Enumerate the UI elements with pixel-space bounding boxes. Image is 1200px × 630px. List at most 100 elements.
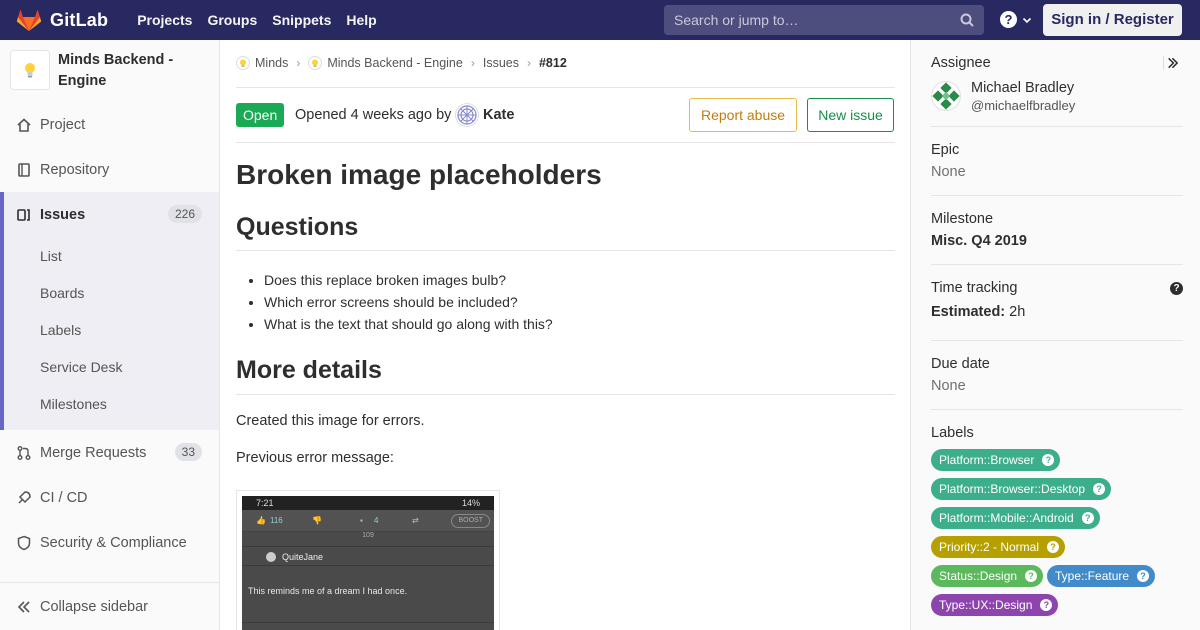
label-text: Platform::Browser [939,453,1035,467]
sidebar-item-repository[interactable]: Repository [0,147,219,192]
author-link[interactable]: Kate [483,107,514,123]
issues-subnav: List Boards Labels Service Desk Mileston… [0,235,219,430]
sidebar-item-cicd[interactable]: CI / CD [0,475,219,520]
estimate-value: 2h [1009,304,1026,320]
breadcrumb-project-label: Minds Backend - Engine [327,56,463,70]
double-chevron-right-icon[interactable] [1163,56,1179,70]
issues-icon [17,208,30,221]
sidebar-item-label: Issues [40,206,86,223]
label-pill[interactable]: Type::Feature? [1047,565,1156,587]
assignee-section: Assignee Michael Bradley @michaelfbradle… [931,55,1183,115]
milestone-value[interactable]: Misc. Q4 2019 [931,233,1183,249]
phone-screenshot: 7:21 14% 👍 116 👎 ▪ 4 ⇄ BOOST 109 QuiteJa… [242,496,494,630]
avatar[interactable] [931,81,961,111]
questions-list: Does this replace broken images bulb? Wh… [264,269,553,335]
left-sidebar: Minds Backend - Engine Project Repositor… [0,40,220,630]
collapse-sidebar-button[interactable]: Collapse sidebar [0,582,219,630]
epic-label: Epic [931,142,960,158]
sidebar-item-merge-requests[interactable]: Merge Requests 33 [0,430,219,475]
label-text: Type::UX::Design [939,598,1033,612]
breadcrumb-issues[interactable]: Issues [483,56,519,70]
phone-user-row: QuiteJane [242,546,494,566]
nav-projects[interactable]: Projects [137,12,192,28]
assignee-name[interactable]: Michael Bradley [971,80,1074,96]
description-text: Created this image for errors. [236,413,425,429]
project-avatar [10,50,50,90]
question-icon: ? [1000,11,1017,28]
breadcrumb-group[interactable]: Minds [236,56,288,70]
phone-subcount: 109 [362,532,374,539]
nav-snippets[interactable]: Snippets [272,12,331,28]
opened-text: Opened 4 weeks ago by [295,107,452,123]
avatar[interactable] [455,103,479,127]
avatar [266,552,276,562]
subnav-list[interactable]: List [40,248,62,264]
sidebar-item-label: Merge Requests [40,444,147,461]
label-pill[interactable]: Platform::Browser? [931,449,1061,471]
chevron-right-icon: › [526,56,531,70]
labels-section-title: Labels [931,425,1183,441]
lightbulb-icon [236,56,250,70]
subnav-labels[interactable]: Labels [40,322,81,338]
divider [236,87,895,88]
subnav-service-desk[interactable]: Service Desk [40,359,122,375]
page-title: Broken image placeholders [236,159,602,190]
issues-count-badge: 226 [167,205,202,223]
subnav-milestones[interactable]: Milestones [40,396,107,412]
question-icon: ? [1042,454,1055,466]
label-pill[interactable]: Platform::Browser::Desktop? [931,478,1112,500]
collapse-label: Collapse sidebar [40,598,149,615]
questions-heading: Questions [236,213,359,241]
phone-bottom-bar [242,622,494,630]
sidebar-item-security[interactable]: Security & Compliance [0,520,219,565]
merge-request-icon [17,445,31,460]
issue-main: Minds › Minds Backend - Engine › Issues … [236,40,895,630]
search-box[interactable] [664,5,984,35]
sidebar-item-project[interactable]: Project [0,102,219,147]
milestone-label: Milestone [931,211,994,227]
label-pill[interactable]: Type::UX::Design? [931,594,1059,616]
label-pill[interactable]: Platform::Mobile::Android? [931,507,1100,529]
sidebar-item-issues[interactable]: Issues 226 [0,192,219,237]
epic-value: None [931,164,966,180]
epic-section: Epic None [931,142,1183,180]
error-screenshot-image[interactable]: 7:21 14% 👍 116 👎 ▪ 4 ⇄ BOOST 109 QuiteJa… [236,490,500,630]
divider [931,195,1183,196]
breadcrumb-project[interactable]: Minds Backend - Engine [308,56,463,70]
top-nav-links: Projects Groups Snippets Help [122,12,377,28]
lightbulb-icon [308,56,323,70]
description-text: Previous error message: [236,450,394,466]
help-dropdown[interactable]: ? [1000,11,1032,28]
list-item: What is the text that should go along wi… [264,313,553,335]
label-pill[interactable]: Status::Design? [931,565,1044,587]
phone-username: QuiteJane [282,552,324,562]
nav-help[interactable]: Help [346,12,376,28]
gitlab-home-link[interactable]: GitLab [16,0,108,40]
rocket-icon [18,490,31,504]
list-item: Does this replace broken images bulb? [264,269,553,291]
sign-in-button[interactable]: Sign in / Register [1043,4,1182,36]
due-date-section: Due date None [931,356,1183,394]
search-input[interactable] [674,12,954,28]
subnav-boards[interactable]: Boards [40,285,84,301]
nav-groups[interactable]: Groups [207,12,257,28]
question-icon: ? [1137,570,1150,582]
divider [931,126,1183,127]
phone-battery: 14% [461,498,480,508]
project-header[interactable]: Minds Backend - Engine [0,40,219,102]
labels-label: Labels [931,425,974,441]
thumbs-up-icon: 👍 [256,516,266,525]
phone-actions-row: 👍 116 👎 ▪ 4 ⇄ BOOST [242,510,494,532]
list-item: Which error screens should be included? [264,291,553,313]
chevron-right-icon: › [470,56,475,70]
comment-icon: ▪ [360,516,363,525]
merge-requests-count-badge: 33 [174,443,202,461]
new-issue-button[interactable]: New issue [807,98,894,132]
phone-count: 4 [374,516,379,525]
label-pill[interactable]: Priority::2 - Normal? [931,536,1066,558]
sidebar-item-label: Project [40,116,86,133]
question-icon[interactable]: ? [1170,282,1183,295]
chevron-down-icon [1022,17,1032,23]
breadcrumb-current[interactable]: #812 [539,56,567,70]
report-abuse-button[interactable]: Report abuse [689,98,797,132]
